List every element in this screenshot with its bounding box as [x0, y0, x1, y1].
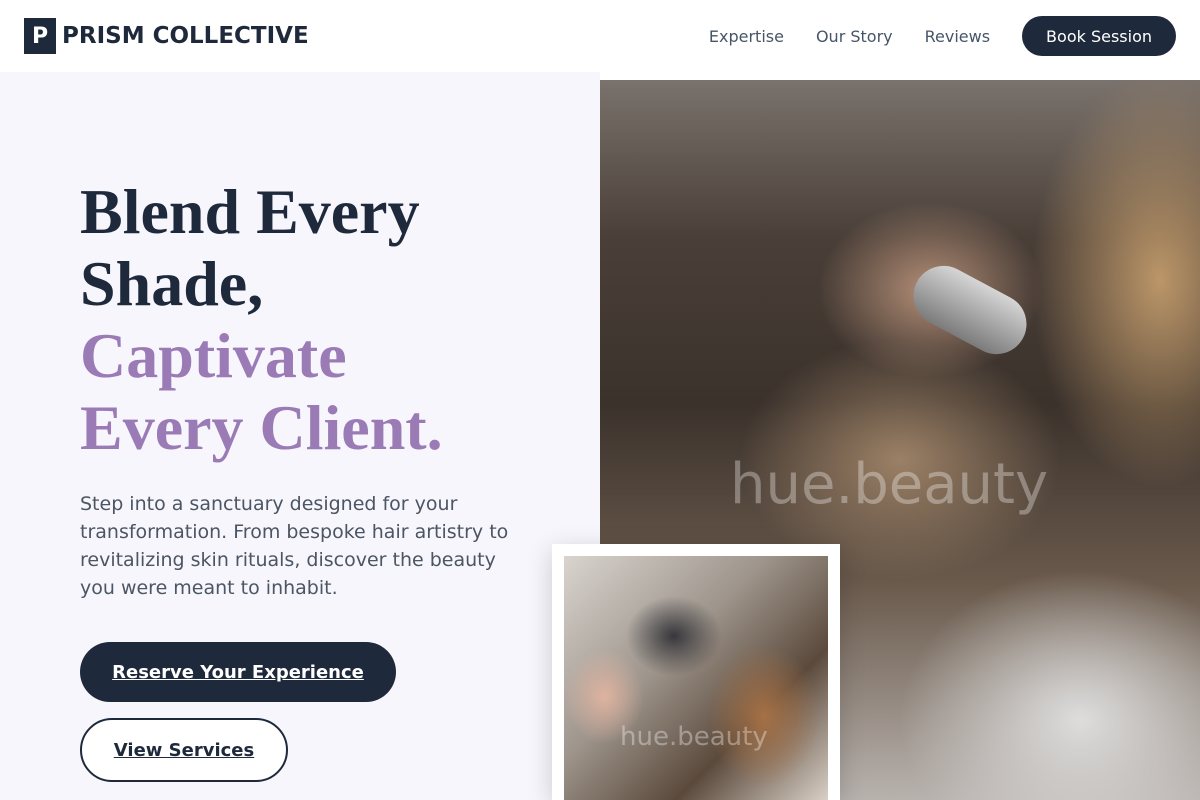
inset-image-blowdry: hue.beauty: [564, 556, 828, 800]
reserve-experience-button[interactable]: Reserve Your Experience: [80, 642, 396, 702]
headline-line-2: Shade,: [80, 248, 264, 319]
inset-image-card: hue.beauty: [552, 544, 840, 800]
logo-mark: P: [24, 18, 56, 54]
brand-name: PRISM COLLECTIVE: [62, 23, 309, 49]
headline-line-1: Blend Every: [80, 176, 420, 247]
logo[interactable]: P PRISM COLLECTIVE: [24, 18, 309, 54]
nav-link-expertise[interactable]: Expertise: [709, 27, 784, 46]
site-header: P PRISM COLLECTIVE Expertise Our Story R…: [0, 0, 1200, 72]
hero-headline: Blend Every Shade, Captivate Every Clien…: [80, 176, 580, 464]
view-services-button[interactable]: View Services: [80, 718, 288, 782]
image-watermark: hue.beauty: [730, 452, 1049, 517]
shower-head-shape: [902, 255, 1038, 365]
main-nav: Expertise Our Story Reviews Book Session: [709, 16, 1176, 56]
hero-description: Step into a sanctuary designed for your …: [80, 493, 509, 599]
hero-section: Blend Every Shade, Captivate Every Clien…: [0, 72, 600, 800]
inset-image-watermark: hue.beauty: [620, 722, 768, 752]
nav-link-our-story[interactable]: Our Story: [816, 27, 893, 46]
book-session-button[interactable]: Book Session: [1022, 16, 1176, 56]
nav-link-reviews[interactable]: Reviews: [925, 27, 990, 46]
headline-line-4: Every Client.: [80, 392, 443, 463]
headline-line-3: Captivate: [80, 320, 347, 391]
